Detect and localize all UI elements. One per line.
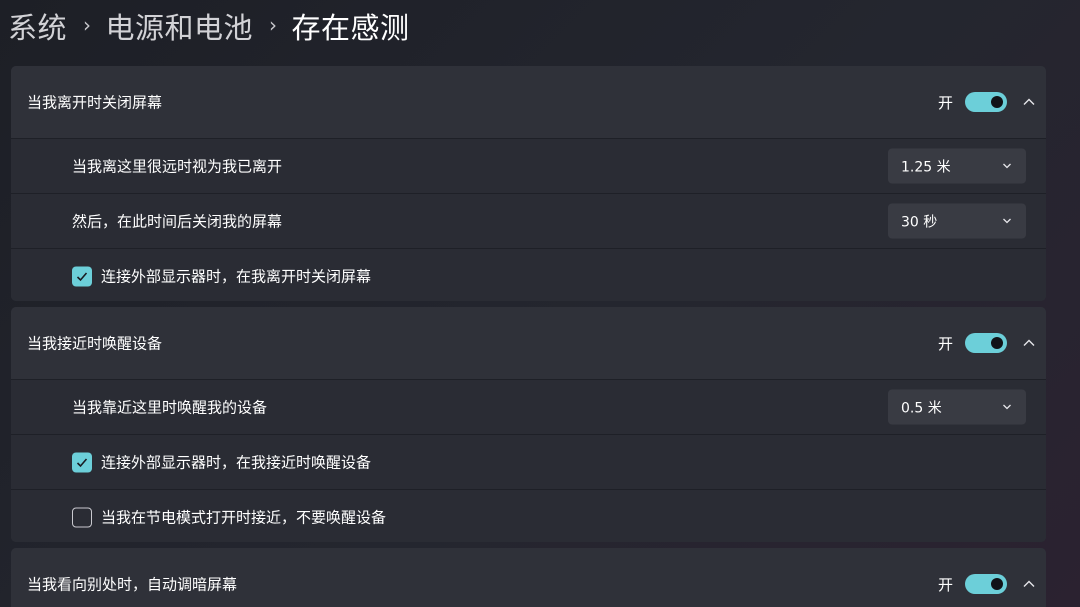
section-turn-off-screen-when-away: 当我离开时关闭屏幕 开 当我离这里很远时视为我已离开 1.25 米 然后，在此时… [11,66,1046,301]
toggle-knob [991,96,1003,108]
external-display-off-option[interactable]: 连接外部显示器时，在我离开时关闭屏幕 [72,266,371,287]
section-header[interactable]: 当我接近时唤醒设备 开 [11,307,1046,379]
section-title: 当我看向别处时，自动调暗屏幕 [27,575,238,594]
toggle-state-label: 开 [937,334,953,353]
breadcrumb-item-power-battery[interactable]: 电源和电池 [106,5,254,47]
dim-screen-toggle[interactable] [965,574,1007,594]
checkbox-label: 连接外部显示器时，在我离开时关闭屏幕 [101,267,372,286]
chevron-down-icon [1001,157,1013,176]
setting-label: 当我靠近这里时唤醒我的设备 [72,398,268,417]
section-header[interactable]: 当我离开时关闭屏幕 开 [11,66,1046,138]
section-header[interactable]: 当我看向别处时，自动调暗屏幕 开 [11,548,1046,607]
external-display-wake-checkbox[interactable] [72,452,92,472]
breadcrumb-separator: › [269,13,278,37]
dropdown-value: 1.25 米 [901,159,951,175]
chevron-up-icon[interactable] [1015,88,1043,116]
section-wake-when-approaching: 当我接近时唤醒设备 开 当我靠近这里时唤醒我的设备 0.5 米 连接外部显示器时… [11,307,1046,542]
breadcrumb-item-system[interactable]: 系统 [8,5,67,47]
setting-row-wake-distance: 当我靠近这里时唤醒我的设备 0.5 米 [11,379,1046,434]
toggle-state-label: 开 [937,93,953,112]
setting-row-screen-off-delay: 然后，在此时间后关闭我的屏幕 30 秒 [11,193,1046,248]
battery-saver-no-wake-option[interactable]: 当我在节电模式打开时接近，不要唤醒设备 [72,507,386,528]
section-dim-when-looking-away: 当我看向别处时，自动调暗屏幕 开 [11,548,1046,607]
setting-row-external-display-wake: 连接外部显示器时，在我接近时唤醒设备 [11,434,1046,489]
checkbox-label: 连接外部显示器时，在我接近时唤醒设备 [101,453,372,472]
screen-off-delay-dropdown[interactable]: 30 秒 [888,203,1026,239]
setting-row-away-distance: 当我离这里很远时视为我已离开 1.25 米 [11,138,1046,193]
dropdown-value: 0.5 米 [901,400,942,416]
battery-saver-no-wake-checkbox[interactable] [72,507,92,527]
toggle-knob [991,337,1003,349]
checkbox-label: 当我在节电模式打开时接近，不要唤醒设备 [101,508,387,527]
chevron-down-icon [1001,398,1013,417]
chevron-up-icon[interactable] [1015,329,1043,357]
wake-distance-dropdown[interactable]: 0.5 米 [888,389,1026,425]
turn-off-screen-toggle[interactable] [965,92,1007,112]
checkmark-icon [76,271,88,281]
wake-device-toggle[interactable] [965,333,1007,353]
setting-row-external-display-off: 连接外部显示器时，在我离开时关闭屏幕 [11,248,1046,301]
chevron-up-icon[interactable] [1015,570,1043,598]
setting-label: 当我离这里很远时视为我已离开 [72,157,283,176]
toggle-state-label: 开 [937,575,953,594]
away-distance-dropdown[interactable]: 1.25 米 [888,148,1026,184]
setting-label: 然后，在此时间后关闭我的屏幕 [72,212,283,231]
breadcrumb-separator: › [83,13,92,37]
chevron-down-icon [1001,212,1013,231]
section-title: 当我离开时关闭屏幕 [27,93,163,112]
breadcrumb: 系统 › 电源和电池 › 存在感测 [8,0,410,52]
external-display-off-checkbox[interactable] [72,266,92,286]
external-display-wake-option[interactable]: 连接外部显示器时，在我接近时唤醒设备 [72,452,371,473]
section-title: 当我接近时唤醒设备 [27,334,163,353]
dropdown-value: 30 秒 [901,214,938,230]
checkmark-icon [76,457,88,467]
toggle-knob [991,578,1003,590]
setting-row-battery-saver-no-wake: 当我在节电模式打开时接近，不要唤醒设备 [11,489,1046,542]
page-title: 存在感测 [291,11,410,45]
